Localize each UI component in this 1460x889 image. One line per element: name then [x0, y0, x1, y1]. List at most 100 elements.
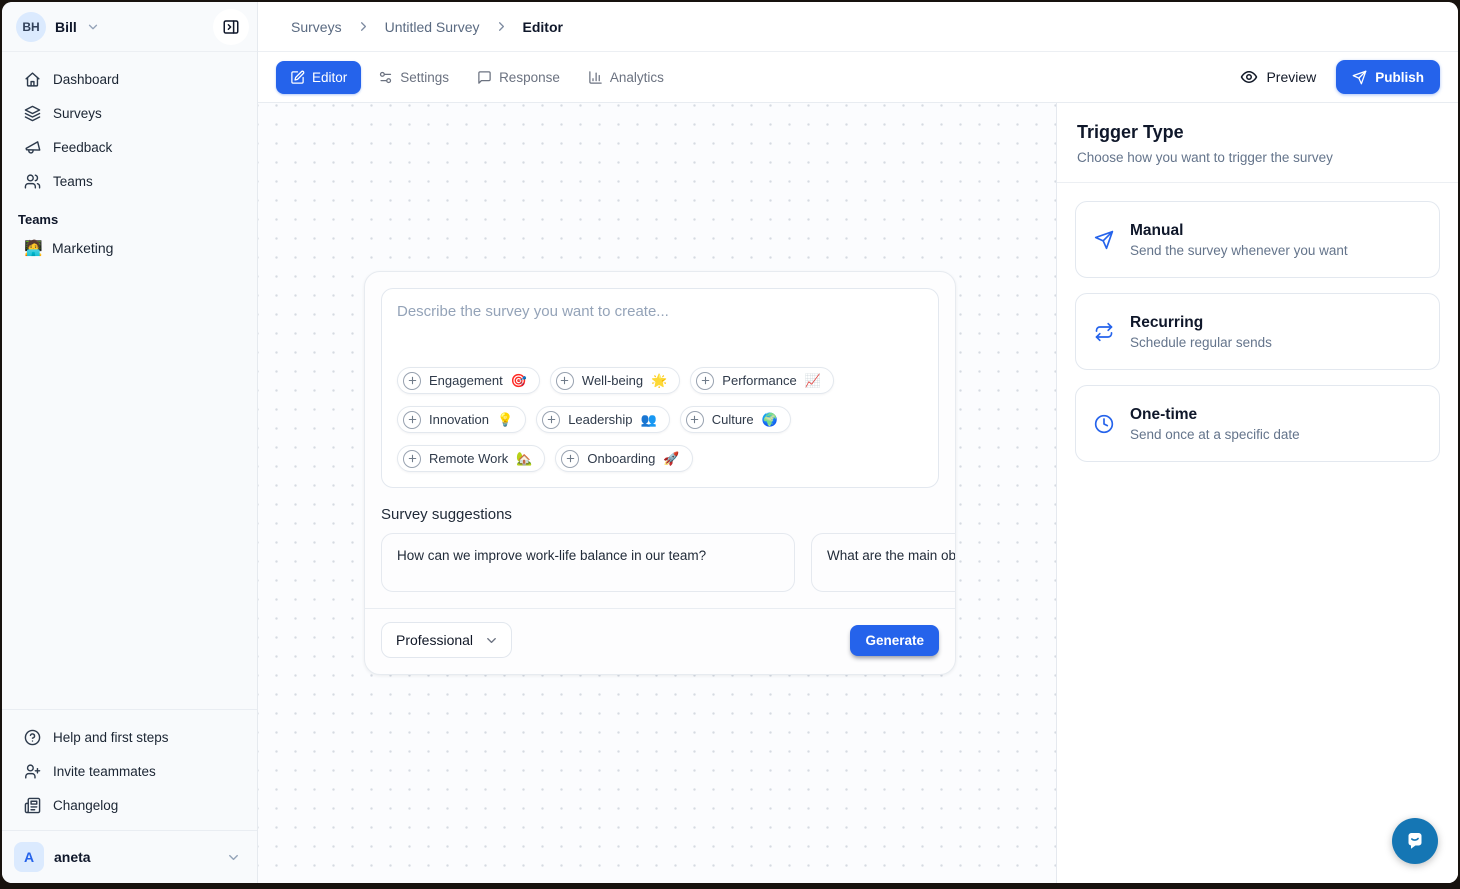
tab-response[interactable]: Response — [466, 62, 571, 93]
plus-circle-icon[interactable] — [561, 450, 579, 468]
trigger-option-one-time[interactable]: One-time Send once at a specific date — [1075, 385, 1440, 462]
option-description: Send the survey whenever you want — [1130, 243, 1348, 258]
sidebar-header: BH Bill — [2, 2, 257, 52]
chevron-down-icon — [226, 850, 241, 865]
option-title: One-time — [1130, 406, 1300, 424]
preview-button[interactable]: Preview — [1240, 68, 1316, 86]
tone-value: Professional — [396, 632, 473, 648]
tab-label: Response — [499, 70, 560, 85]
sidebar-item-help[interactable]: Help and first steps — [14, 720, 245, 754]
user-menu[interactable]: A aneta — [2, 830, 257, 883]
plus-circle-icon[interactable] — [686, 411, 704, 429]
panel-subtitle: Choose how you want to trigger the surve… — [1077, 150, 1438, 165]
suggestion-card[interactable]: How can we improve work-life balance in … — [381, 533, 795, 592]
option-title: Manual — [1130, 222, 1348, 240]
publish-button[interactable]: Publish — [1336, 60, 1440, 94]
chip-well-being[interactable]: Well-being 🌟 — [550, 367, 680, 394]
option-description: Schedule regular sends — [1130, 335, 1272, 350]
sidebar-nav: Dashboard Surveys Feedback Teams — [2, 52, 257, 198]
sidebar-item-invite[interactable]: Invite teammates — [14, 754, 245, 788]
chip-label: Performance — [722, 373, 796, 388]
editor-tabs: Editor Settings Response — [276, 61, 675, 94]
trigger-option-text: Recurring Schedule regular sends — [1130, 314, 1272, 350]
breadcrumb-survey-name[interactable]: Untitled Survey — [385, 19, 480, 35]
repeat-icon — [1094, 322, 1114, 342]
tab-settings[interactable]: Settings — [367, 62, 460, 93]
sidebar-item-label: Surveys — [53, 106, 102, 121]
sidebar-item-label: Help and first steps — [53, 730, 169, 745]
chip-culture[interactable]: Culture 🌍 — [680, 406, 791, 433]
chip-innovation[interactable]: Innovation 💡 — [397, 406, 526, 433]
sidebar-item-surveys[interactable]: Surveys — [14, 96, 245, 130]
generate-button[interactable]: Generate — [850, 625, 939, 656]
survey-prompt-input[interactable]: Describe the survey you want to create..… — [381, 288, 939, 488]
megaphone-icon — [24, 139, 41, 156]
plus-circle-icon[interactable] — [556, 372, 574, 390]
chevron-right-icon — [356, 19, 371, 34]
tab-editor[interactable]: Editor — [276, 61, 361, 94]
tab-analytics[interactable]: Analytics — [577, 62, 675, 93]
chip-performance[interactable]: Performance 📈 — [690, 367, 834, 394]
trigger-panel-header: Trigger Type Choose how you want to trig… — [1057, 103, 1458, 183]
plus-circle-icon[interactable] — [403, 411, 421, 429]
send-icon — [1094, 230, 1114, 250]
sidebar-item-changelog[interactable]: Changelog — [14, 788, 245, 822]
user-avatar: A — [14, 842, 44, 872]
busts-emoji-icon: 👥 — [641, 412, 657, 428]
sidebar-item-feedback[interactable]: Feedback — [14, 130, 245, 164]
bar-chart-icon — [588, 70, 603, 85]
suggestion-card[interactable]: What are the main ob — [811, 533, 955, 592]
users-icon — [24, 173, 41, 190]
panel-title: Trigger Type — [1077, 122, 1438, 143]
tab-label: Editor — [312, 70, 347, 85]
chip-engagement[interactable]: Engagement 🎯 — [397, 367, 540, 394]
newspaper-icon — [24, 797, 41, 814]
toolbar: Editor Settings Response — [258, 52, 1458, 103]
survey-canvas[interactable]: Describe the survey you want to create..… — [258, 103, 1056, 883]
chat-bubble-icon — [1403, 829, 1427, 853]
sidebar-item-label: Invite teammates — [53, 764, 156, 779]
preview-label: Preview — [1266, 69, 1316, 85]
star-emoji-icon: 🌟 — [651, 373, 667, 389]
sidebar-collapse-button[interactable] — [213, 9, 249, 45]
panel-collapse-icon — [222, 18, 240, 36]
tone-select[interactable]: Professional — [381, 622, 512, 658]
sidebar-item-label: Feedback — [53, 140, 112, 155]
trigger-option-recurring[interactable]: Recurring Schedule regular sends — [1075, 293, 1440, 370]
breadcrumb-surveys[interactable]: Surveys — [291, 19, 342, 35]
home-icon — [24, 71, 41, 88]
team-label: Marketing — [52, 240, 113, 256]
chip-remote-work[interactable]: Remote Work 🏡 — [397, 445, 545, 472]
sidebar-item-teams[interactable]: Teams — [14, 164, 245, 198]
sidebar-item-label: Teams — [53, 174, 93, 189]
tab-label: Analytics — [610, 70, 664, 85]
tab-label: Settings — [400, 70, 449, 85]
workspace-avatar[interactable]: BH — [16, 12, 46, 42]
suggestions-title: Survey suggestions — [381, 506, 939, 523]
plus-circle-icon[interactable] — [403, 372, 421, 390]
option-title: Recurring — [1130, 314, 1272, 332]
trigger-option-manual[interactable]: Manual Send the survey whenever you want — [1075, 201, 1440, 278]
chip-onboarding[interactable]: Onboarding 🚀 — [555, 445, 692, 472]
sidebar-item-dashboard[interactable]: Dashboard — [14, 62, 245, 96]
app-window: BH Bill Dashboard Surv — [2, 2, 1458, 883]
chip-label: Culture — [712, 412, 754, 427]
composer-footer: Professional Generate — [381, 609, 939, 658]
content-area: Describe the survey you want to create..… — [258, 103, 1458, 883]
plus-circle-icon[interactable] — [542, 411, 560, 429]
chat-launcher-button[interactable] — [1392, 818, 1438, 864]
toolbar-actions: Preview Publish — [1240, 60, 1440, 94]
house-emoji-icon: 🏡 — [516, 451, 532, 467]
chip-leadership[interactable]: Leadership 👥 — [536, 406, 670, 433]
plus-circle-icon[interactable] — [696, 372, 714, 390]
workspace-name[interactable]: Bill — [55, 19, 77, 35]
user-plus-icon — [24, 763, 41, 780]
help-circle-icon — [24, 729, 41, 746]
sidebar-item-team-marketing[interactable]: 🧑‍💻 Marketing — [14, 231, 245, 265]
send-icon — [1352, 70, 1367, 85]
bulb-emoji-icon: 💡 — [497, 412, 513, 428]
globe-emoji-icon: 🌍 — [762, 412, 778, 428]
chevron-down-icon[interactable] — [86, 20, 100, 34]
settings-sliders-icon — [378, 70, 393, 85]
plus-circle-icon[interactable] — [403, 450, 421, 468]
